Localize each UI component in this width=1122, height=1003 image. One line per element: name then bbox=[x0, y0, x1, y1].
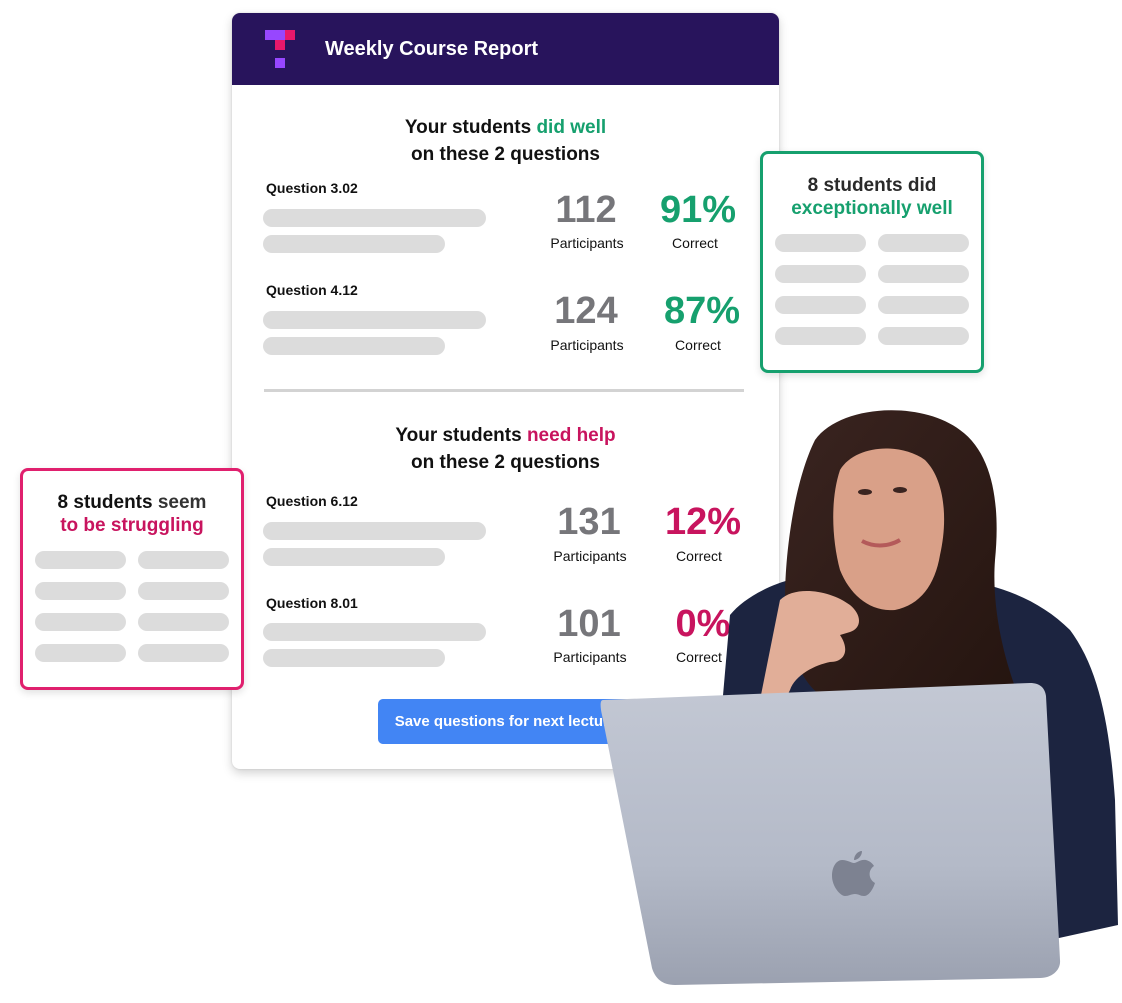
question-label: Question 8.01 bbox=[266, 595, 358, 611]
question-text-placeholder bbox=[263, 311, 486, 329]
student-list-placeholder bbox=[23, 551, 241, 662]
top-hat-logo-icon bbox=[265, 27, 295, 71]
student-name-placeholder bbox=[775, 327, 866, 345]
student-name-placeholder bbox=[878, 327, 969, 345]
question-text-placeholder bbox=[263, 235, 445, 253]
participants-count: 112 bbox=[555, 189, 617, 231]
participants-count: 124 bbox=[554, 290, 618, 332]
laptop bbox=[600, 683, 1061, 985]
student-name-placeholder bbox=[35, 613, 126, 631]
student-name-placeholder bbox=[138, 644, 229, 662]
section-divider bbox=[264, 389, 744, 392]
woman-with-laptop-illustration bbox=[600, 410, 1118, 985]
student-name-placeholder bbox=[775, 296, 866, 314]
student-name-placeholder bbox=[35, 551, 126, 569]
question-text-placeholder bbox=[263, 522, 486, 540]
student-name-placeholder bbox=[35, 644, 126, 662]
struggling-students-title: 8 students seem to be struggling bbox=[57, 492, 207, 536]
question-label: Question 6.12 bbox=[266, 493, 358, 509]
good-highlight: did well bbox=[536, 117, 607, 138]
student-name-placeholder bbox=[138, 551, 229, 569]
participants-label: Participants bbox=[550, 337, 624, 353]
save-questions-button[interactable]: Save questions for next lecture bbox=[378, 699, 634, 744]
exceptional-students-title: 8 students did exceptionally well bbox=[791, 175, 953, 219]
question-text-placeholder bbox=[263, 649, 445, 667]
struggling-students-card: 8 students seem to be struggling bbox=[20, 468, 244, 690]
student-name-placeholder bbox=[775, 234, 866, 252]
student-name-placeholder bbox=[138, 582, 229, 600]
correct-percent: 87% bbox=[663, 290, 741, 332]
exceptional-students-card: 8 students did exceptionally well bbox=[760, 151, 984, 373]
student-list-placeholder bbox=[763, 234, 981, 345]
report-title: Weekly Course Report bbox=[325, 37, 539, 60]
student-name-placeholder bbox=[775, 265, 866, 283]
correct-label: Correct bbox=[675, 337, 721, 353]
face bbox=[833, 448, 945, 611]
question-text-placeholder bbox=[263, 623, 486, 641]
student-name-placeholder bbox=[35, 582, 126, 600]
question-label: Question 4.12 bbox=[266, 282, 358, 298]
student-name-placeholder bbox=[878, 265, 969, 283]
report-header: Weekly Course Report bbox=[232, 13, 779, 85]
correct-label: Correct bbox=[672, 235, 718, 251]
student-name-placeholder bbox=[878, 234, 969, 252]
correct-percent: 91% bbox=[659, 189, 737, 231]
question-text-placeholder bbox=[263, 548, 445, 566]
student-name-placeholder bbox=[878, 296, 969, 314]
question-text-placeholder bbox=[263, 337, 445, 355]
question-label: Question 3.02 bbox=[266, 180, 358, 196]
student-name-placeholder bbox=[138, 613, 229, 631]
participants-label: Participants bbox=[550, 235, 624, 251]
good-section-title: Your students did well on these 2 questi… bbox=[404, 117, 607, 165]
question-text-placeholder bbox=[263, 209, 486, 227]
